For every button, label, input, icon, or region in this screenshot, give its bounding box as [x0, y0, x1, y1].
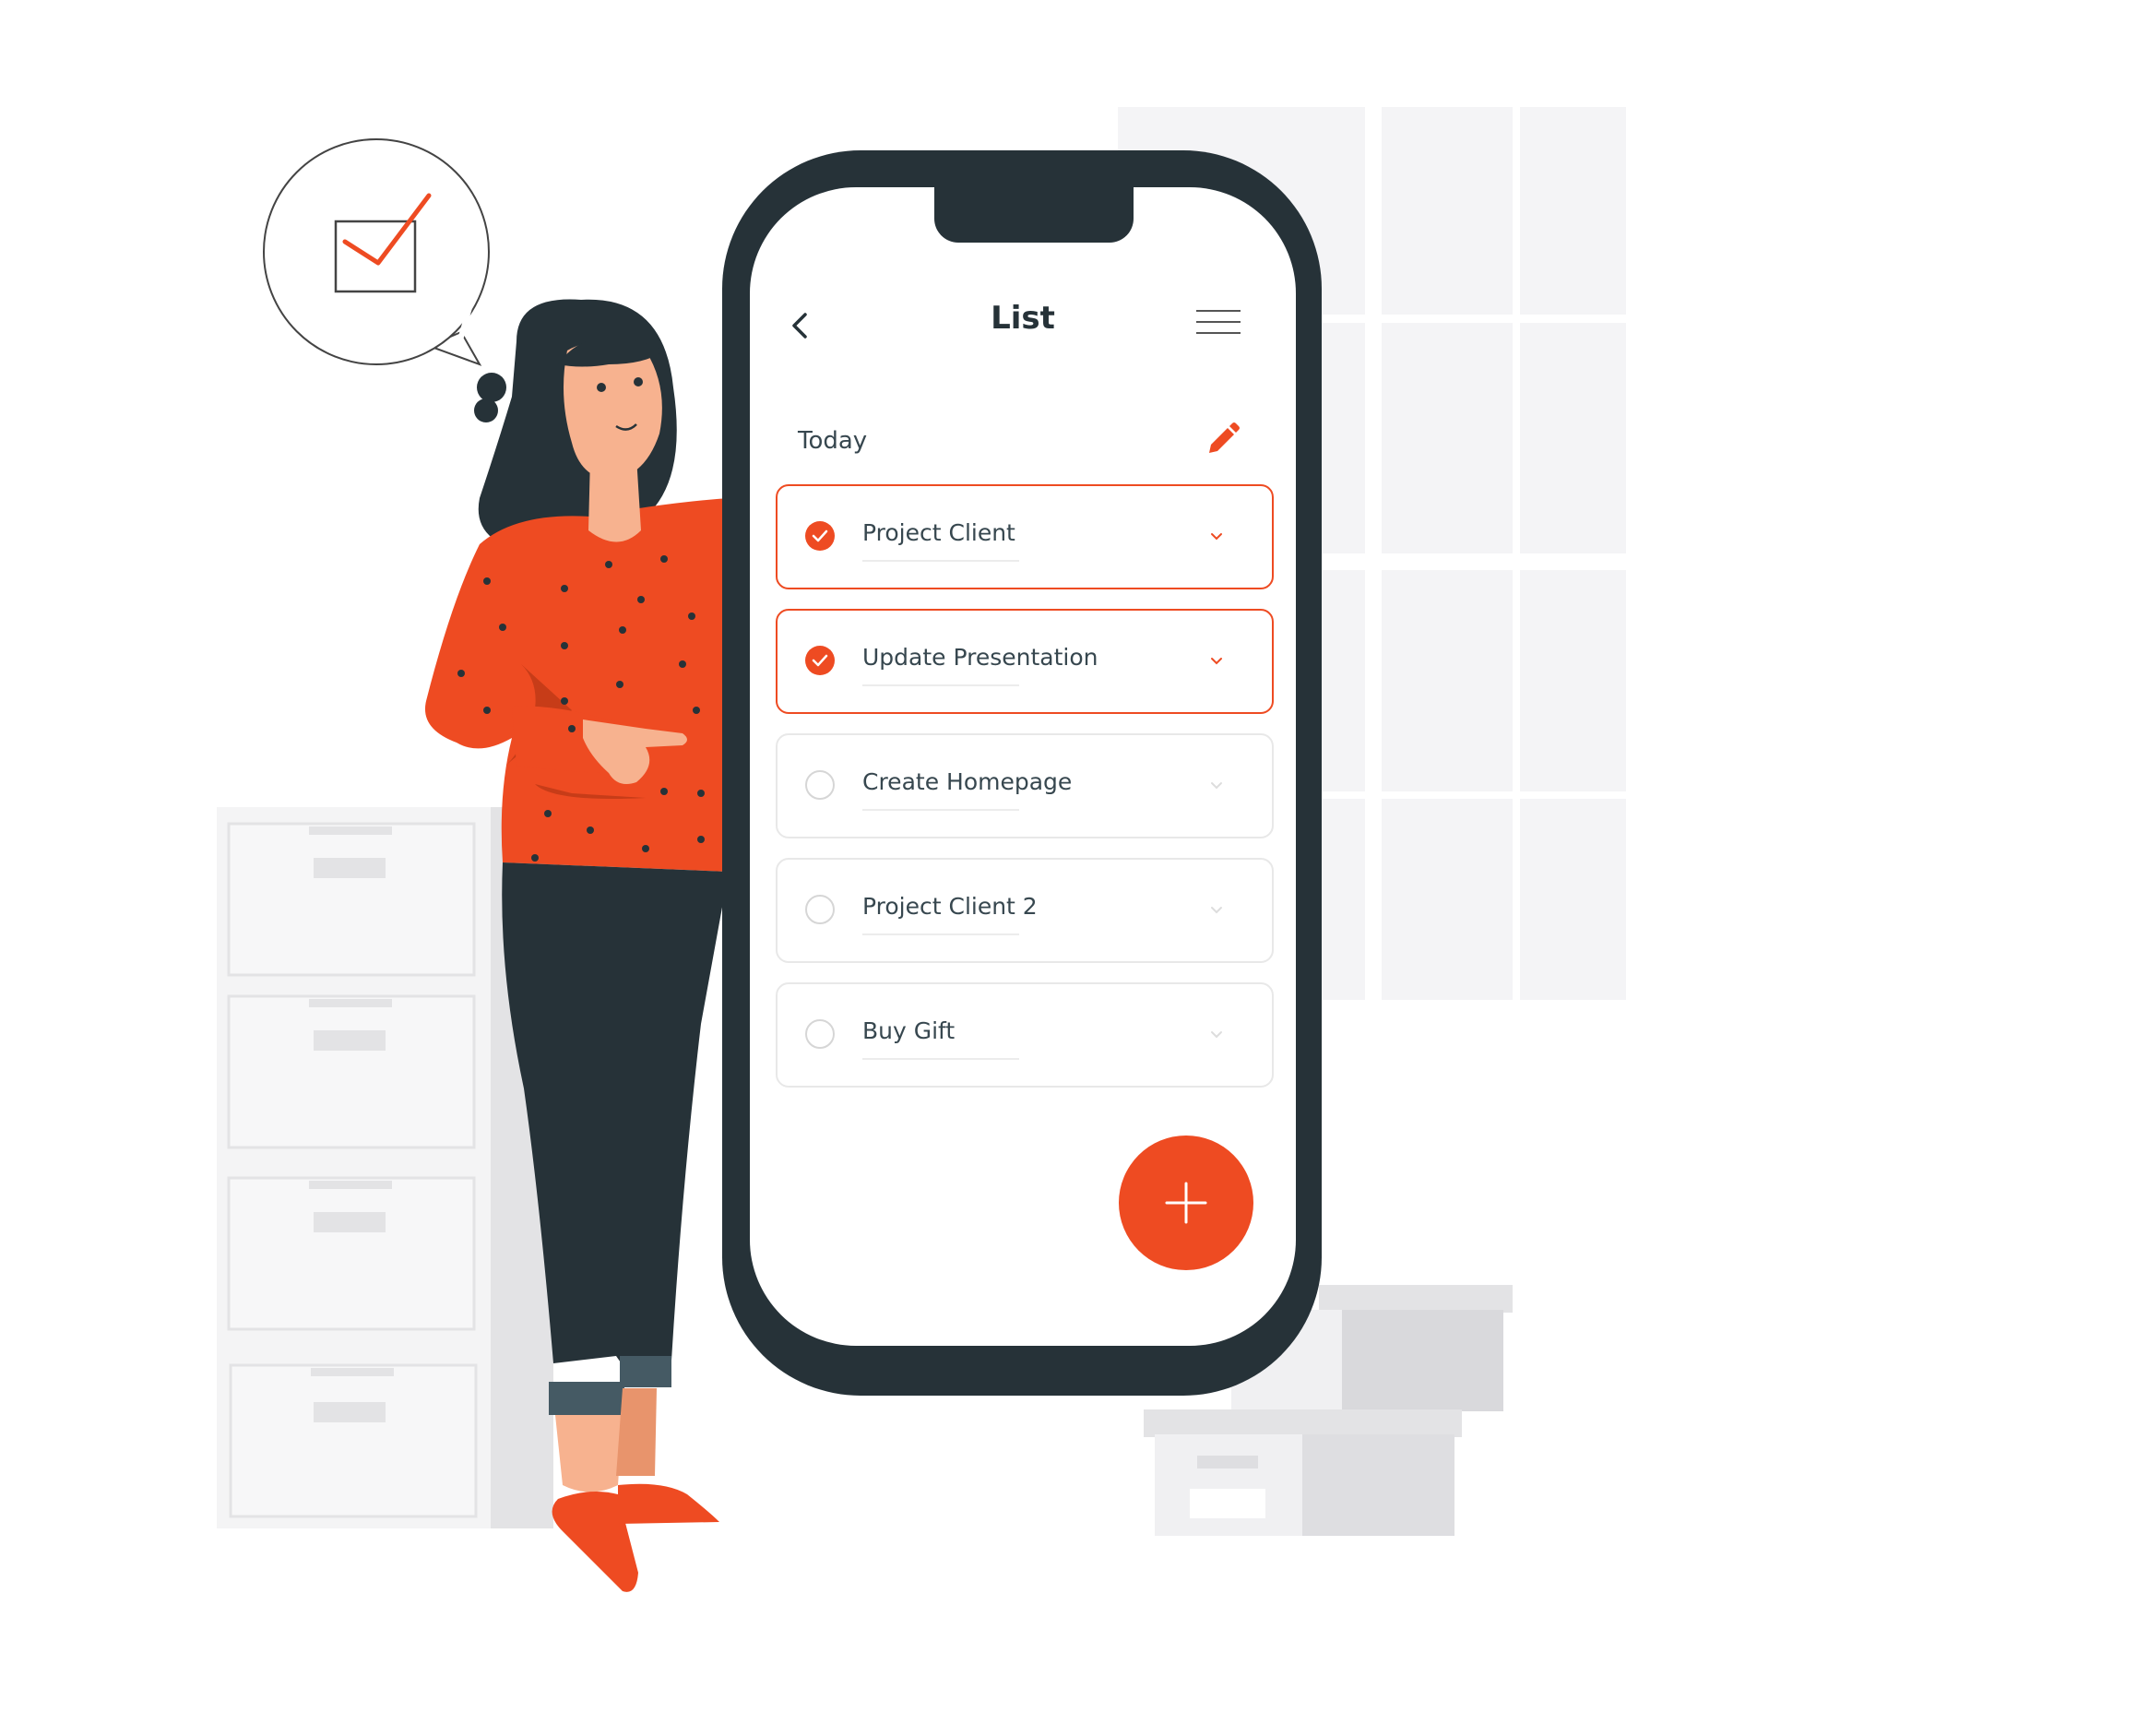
edit-button[interactable] [1202, 420, 1242, 460]
task-checkbox[interactable] [805, 521, 835, 551]
task-label: Update Presentation [862, 644, 1098, 671]
phone-notch [934, 187, 1134, 243]
check-icon [812, 654, 828, 667]
chevron-down-icon [1211, 1031, 1222, 1039]
task-checkbox[interactable] [805, 895, 835, 924]
chevron-down-icon [1211, 782, 1222, 790]
add-task-button[interactable] [1119, 1136, 1253, 1270]
chevron-down-icon [1211, 533, 1222, 541]
app-header: List [750, 289, 1296, 363]
task-item[interactable]: Update Presentation [776, 609, 1274, 714]
task-underline [862, 684, 1019, 686]
task-item[interactable]: Project Client [776, 484, 1274, 589]
speech-bubble [263, 138, 490, 366]
task-underline [862, 560, 1019, 562]
chevron-down-icon [1211, 907, 1222, 914]
expand-button[interactable] [1204, 1021, 1229, 1047]
expand-button[interactable] [1204, 523, 1229, 549]
illustration-scene: List Today Project Client Update Present… [0, 0, 2149, 1736]
task-checkbox[interactable] [805, 646, 835, 675]
task-underline [862, 1058, 1019, 1060]
expand-button[interactable] [1204, 648, 1229, 673]
expand-button[interactable] [1204, 897, 1229, 922]
plus-icon [1165, 1182, 1207, 1224]
task-item[interactable]: Buy Gift [776, 982, 1274, 1088]
chevron-down-icon [1211, 658, 1222, 665]
task-label: Buy Gift [862, 1017, 956, 1044]
task-label: Create Homepage [862, 768, 1073, 795]
check-icon [812, 529, 828, 542]
hamburger-menu-icon [1196, 310, 1241, 334]
task-item[interactable]: Project Client 2 [776, 858, 1274, 963]
phone-screen: List Today Project Client Update Present… [750, 187, 1296, 1346]
task-underline [862, 933, 1019, 935]
pencil-icon [1209, 422, 1240, 453]
section-header: Today [750, 418, 1296, 473]
task-checkbox[interactable] [805, 1019, 835, 1049]
phone-device: List Today Project Client Update Present… [722, 150, 1322, 1396]
task-label: Project Client 2 [862, 893, 1038, 920]
task-list: Project Client Update Presentation Creat… [776, 484, 1274, 1107]
task-checkbox[interactable] [805, 770, 835, 800]
task-underline [862, 809, 1019, 811]
section-label: Today [798, 427, 868, 455]
task-label: Project Client [862, 519, 1015, 546]
menu-button[interactable] [1193, 303, 1244, 340]
expand-button[interactable] [1204, 772, 1229, 798]
task-item[interactable]: Create Homepage [776, 733, 1274, 838]
